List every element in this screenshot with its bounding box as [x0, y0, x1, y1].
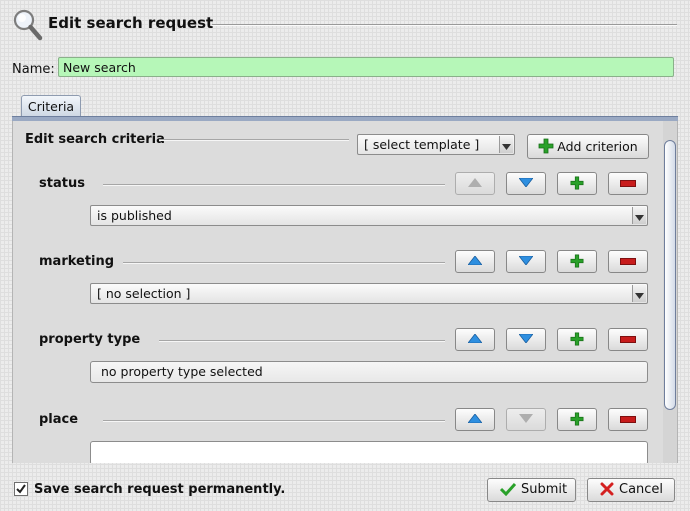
move-up-button[interactable]: [455, 172, 495, 195]
move-down-button[interactable]: [506, 408, 546, 431]
add-criterion-below-button[interactable]: [557, 408, 597, 431]
chevron-down-icon: [499, 136, 513, 153]
tab-criteria[interactable]: Criteria: [21, 95, 81, 117]
arrow-up-icon: [468, 414, 482, 423]
checkmark-icon: [16, 484, 26, 494]
criterion-label-status: status: [39, 176, 85, 191]
criteria-heading: Edit search criteria: [25, 132, 165, 147]
criterion-value: [ no selection ]: [97, 286, 191, 301]
remove-criterion-button[interactable]: [608, 172, 648, 195]
arrow-down-icon: [519, 178, 533, 187]
property-type-selector[interactable]: no property type selected: [90, 361, 648, 383]
criterion-dropdown-marketing[interactable]: [ no selection ]: [90, 283, 648, 304]
magnifier-icon: [12, 8, 44, 42]
move-up-button[interactable]: [455, 328, 495, 351]
arrow-up-icon: [468, 334, 482, 343]
arrow-down-icon: [519, 334, 533, 343]
plus-icon: [570, 412, 584, 426]
name-label: Name:: [12, 62, 55, 77]
dialog-title: Edit search request: [48, 14, 214, 32]
submit-button[interactable]: Submit: [487, 478, 576, 502]
add-criterion-below-button[interactable]: [557, 328, 597, 351]
add-criterion-below-button[interactable]: [557, 250, 597, 273]
place-input[interactable]: [90, 441, 648, 463]
cancel-label: Cancel: [619, 482, 664, 497]
save-permanently-label: Save search request permanently.: [34, 482, 286, 497]
template-select[interactable]: [ select template ]: [357, 134, 515, 155]
criteria-panel: Edit search criteria [ select template ]…: [12, 121, 678, 463]
scrollbar-thumb[interactable]: [664, 140, 676, 410]
add-criterion-below-button[interactable]: [557, 172, 597, 195]
criterion-label-marketing: marketing: [39, 254, 115, 269]
minus-icon: [620, 180, 636, 187]
arrow-up-icon: [468, 178, 482, 187]
title-divider: [212, 24, 677, 26]
criteria-heading-divider: [159, 139, 349, 141]
chevron-down-icon: [632, 207, 646, 224]
arrow-down-icon: [519, 414, 533, 423]
plus-icon: [570, 332, 584, 346]
minus-icon: [620, 416, 636, 423]
remove-criterion-button[interactable]: [608, 250, 648, 273]
minus-icon: [620, 336, 636, 343]
arrow-down-icon: [519, 256, 533, 265]
minus-icon: [620, 258, 636, 265]
close-icon: [600, 482, 614, 496]
submit-label: Submit: [521, 482, 568, 497]
arrow-up-icon: [468, 256, 482, 265]
criterion-value: is published: [97, 208, 172, 223]
move-up-button[interactable]: [455, 408, 495, 431]
template-select-value: [ select template ]: [364, 137, 480, 152]
criterion-divider: [103, 420, 445, 422]
criterion-divider: [123, 262, 445, 264]
remove-criterion-button[interactable]: [608, 408, 648, 431]
add-criterion-button[interactable]: Add criterion: [527, 134, 649, 159]
criterion-divider: [103, 184, 445, 186]
move-down-button[interactable]: [506, 250, 546, 273]
move-up-button[interactable]: [455, 250, 495, 273]
criterion-label-place: place: [39, 412, 79, 427]
check-icon: [499, 482, 517, 497]
criterion-label-property-type: property type: [39, 332, 141, 347]
criterion-dropdown-status[interactable]: is published: [90, 205, 648, 226]
save-permanently-checkbox[interactable]: [14, 482, 28, 496]
add-criterion-label: Add criterion: [557, 139, 638, 154]
chevron-down-icon: [632, 285, 646, 302]
plus-icon: [570, 176, 584, 190]
move-down-button[interactable]: [506, 328, 546, 351]
criterion-divider: [159, 340, 445, 342]
plus-icon: [570, 254, 584, 268]
cancel-button[interactable]: Cancel: [587, 478, 675, 502]
remove-criterion-button[interactable]: [608, 328, 648, 351]
move-down-button[interactable]: [506, 172, 546, 195]
plus-icon: [538, 138, 554, 154]
name-input[interactable]: [58, 57, 674, 77]
